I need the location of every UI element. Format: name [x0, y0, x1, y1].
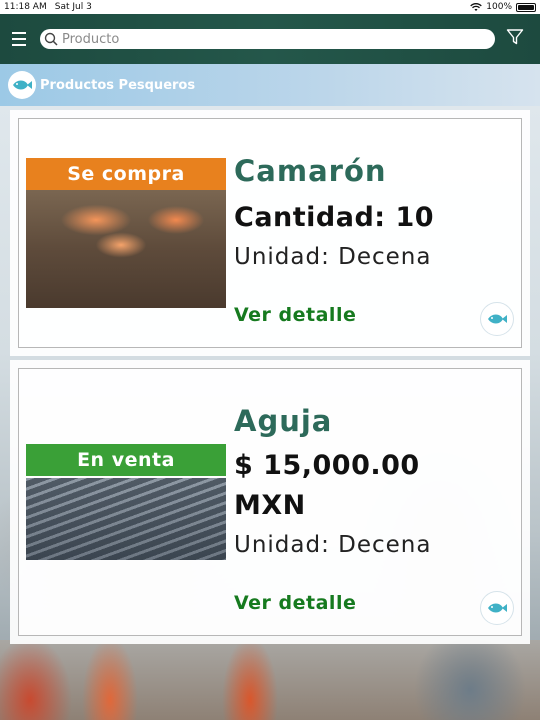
product-card[interactable]: Se compra Camarón Cantidad: 10 Unidad: D…	[10, 110, 530, 356]
menu-button[interactable]	[12, 32, 32, 46]
fish-icon	[488, 314, 507, 324]
product-photo-fish	[26, 478, 226, 560]
fish-icon	[488, 603, 507, 613]
status-bar: 11:18 AM Sat Jul 3 100%	[0, 0, 540, 14]
search-icon	[44, 32, 58, 46]
background-photo-bottom	[0, 640, 540, 720]
product-quantity: Cantidad: 10	[234, 202, 435, 233]
fish-icon	[13, 80, 32, 90]
search-input[interactable]	[62, 31, 482, 47]
battery-percent: 100%	[486, 2, 512, 12]
hamburger-icon-line	[12, 32, 26, 34]
battery-icon	[516, 2, 536, 12]
fish-action-button[interactable]	[480, 302, 514, 336]
hamburger-icon-line	[12, 38, 26, 40]
section-title-bar: Productos Pesqueros	[0, 64, 540, 106]
product-photo-shrimp	[26, 190, 226, 308]
status-date: Sat Jul 3	[54, 2, 92, 12]
status-badge-sale: En venta	[26, 444, 226, 476]
product-price: $ 15,000.00	[234, 450, 420, 481]
status-right: 100%	[470, 2, 536, 12]
product-card[interactable]: En venta Aguja $ 15,000.00 MXN Unidad: D…	[10, 360, 530, 644]
product-unit: Unidad: Decena	[234, 532, 432, 558]
search-bar[interactable]	[40, 29, 495, 49]
app-header	[0, 14, 540, 64]
wifi-icon	[470, 2, 483, 11]
product-unit: Unidad: Decena	[234, 244, 432, 270]
product-name: Aguja	[234, 404, 333, 438]
page-title: Productos Pesqueros	[40, 77, 196, 93]
fish-logo-icon	[8, 71, 36, 99]
status-time: 11:18 AM	[4, 2, 47, 12]
view-detail-link[interactable]: Ver detalle	[234, 304, 356, 326]
hamburger-icon-line	[12, 44, 26, 46]
product-name: Camarón	[234, 154, 387, 188]
status-badge-buy: Se compra	[26, 158, 226, 190]
filter-icon[interactable]	[506, 28, 524, 46]
fish-action-button[interactable]	[480, 591, 514, 625]
view-detail-link[interactable]: Ver detalle	[234, 592, 356, 614]
product-currency: MXN	[234, 490, 306, 521]
